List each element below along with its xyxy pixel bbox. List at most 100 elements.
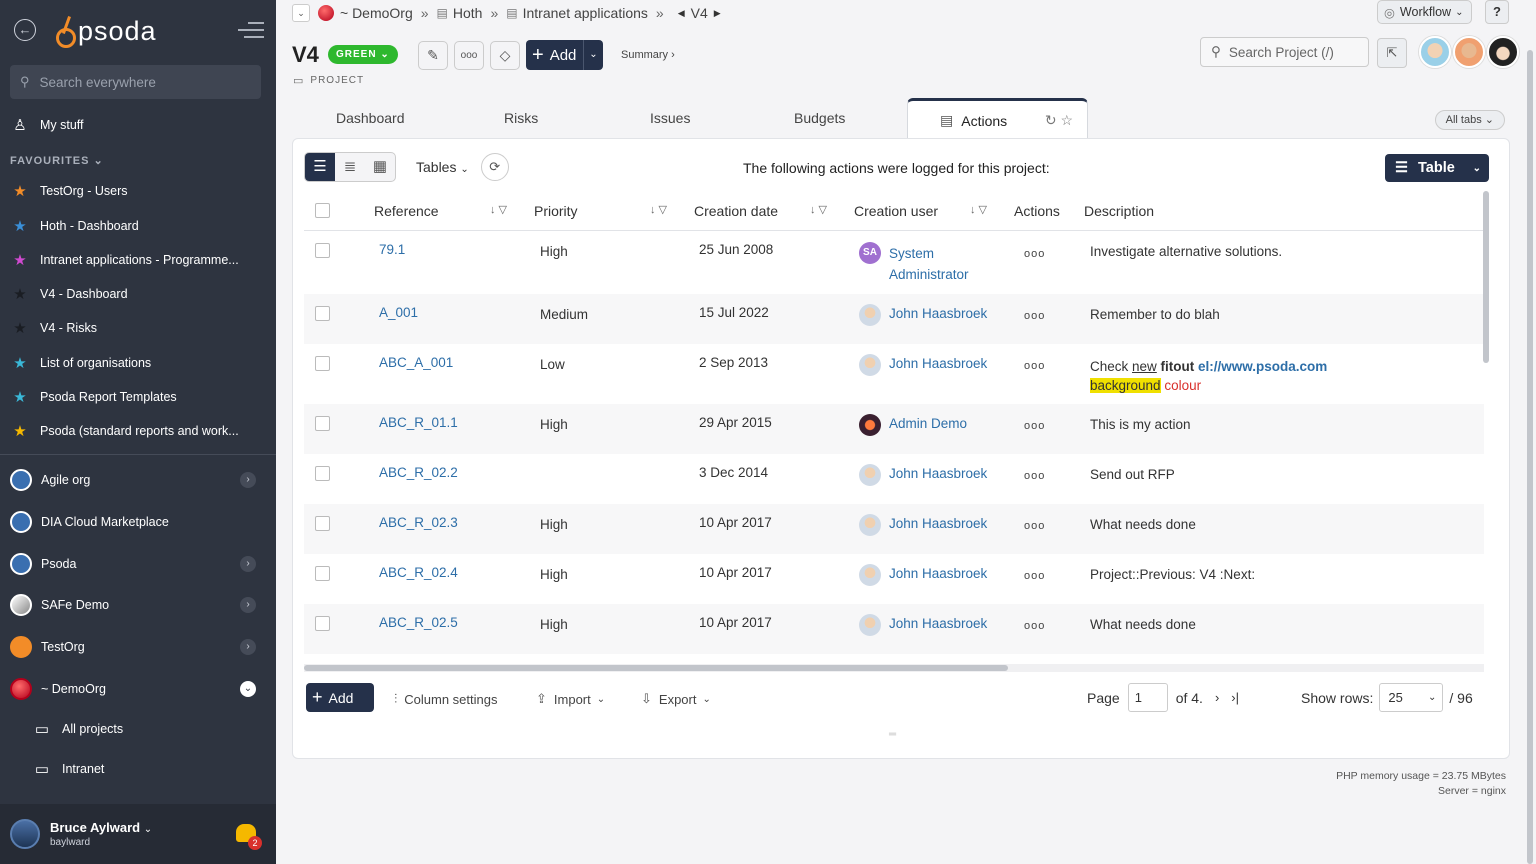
chevron-right-icon[interactable]: › — [240, 639, 256, 655]
table-row[interactable]: 79.1 High 25 Jun 2008 SA System Administr… — [304, 232, 1484, 294]
import-dropdown[interactable]: ⇪ Import ⌄ — [536, 691, 605, 707]
chevron-down-icon[interactable]: ⌄ — [292, 4, 310, 22]
export-dropdown[interactable]: ⇩ Export ⌄ — [641, 691, 711, 707]
row-checkbox[interactable] — [315, 243, 330, 258]
org-item-agile-org[interactable]: Agile org › — [10, 469, 266, 491]
density-compact-icon[interactable]: ≣ — [335, 153, 365, 181]
column-header[interactable]: Reference — [374, 203, 439, 219]
column-header[interactable]: Creation user — [854, 203, 938, 219]
row-checkbox[interactable] — [315, 616, 330, 631]
row-actions-menu[interactable]: ooo — [1024, 470, 1045, 482]
tab-actions[interactable]: ▤ Actions ↻ ☆ — [907, 98, 1088, 140]
table-row[interactable]: ABC_R_02.3 High 10 Apr 2017 John Haasbro… — [304, 504, 1484, 554]
sort-filter-icon[interactable]: ↓ ▽ — [810, 203, 827, 216]
rows-per-page-select[interactable]: 25 ⌄ — [1379, 683, 1444, 712]
sidebar-item-intranet[interactable]: ▭ Intranet — [32, 760, 262, 778]
chevron-right-icon[interactable]: › — [240, 556, 256, 572]
row-actions-menu[interactable]: ooo — [1024, 248, 1045, 260]
add-button[interactable]: + Add ⌄ — [526, 40, 603, 70]
favourite-item[interactable]: ★ V4 - Risks — [10, 319, 266, 337]
chevron-right-icon[interactable]: › — [240, 472, 256, 488]
back-icon[interactable]: ← — [14, 19, 36, 41]
row-checkbox[interactable] — [315, 566, 330, 581]
next-arrow-icon[interactable]: ▶ — [714, 8, 721, 19]
org-item-testorg[interactable]: TestOrg › — [10, 636, 266, 658]
refresh-and-star-icon[interactable]: ↻ ☆ — [1045, 112, 1073, 129]
creation-user-link[interactable]: John Haasbroek — [859, 354, 987, 376]
user-menu[interactable]: Bruce Aylward ⌄ baylward 2 — [0, 804, 276, 864]
description-link[interactable]: el://www.psoda.com — [1198, 359, 1327, 374]
reference-link[interactable]: ABC_R_01.1 — [379, 415, 458, 430]
chevron-right-icon[interactable]: › — [240, 597, 256, 613]
table-row[interactable]: A_001 Medium 15 Jul 2022 John Haasbroek … — [304, 294, 1484, 344]
reference-link[interactable]: 79.1 — [379, 242, 405, 257]
row-checkbox[interactable] — [315, 416, 330, 431]
favourites-heading[interactable]: FAVOURITES ⌄ — [10, 154, 104, 167]
sidebar-item-all-projects[interactable]: ▭ All projects — [32, 720, 262, 738]
column-header[interactable]: Priority — [534, 203, 578, 219]
creation-user-link[interactable]: SA System Administrator — [859, 242, 969, 285]
column-header[interactable]: Creation date — [694, 203, 778, 219]
row-actions-menu[interactable]: ooo — [1024, 620, 1045, 632]
row-checkbox[interactable] — [315, 306, 330, 321]
refresh-icon[interactable]: ⟳ — [480, 153, 509, 181]
table-row[interactable]: ABC_R_02.4 High 10 Apr 2017 John Haasbro… — [304, 554, 1484, 604]
breadcrumb-item[interactable]: Hoth — [453, 5, 483, 21]
row-actions-menu[interactable]: ooo — [1024, 310, 1045, 322]
row-checkbox[interactable] — [315, 516, 330, 531]
table-row[interactable]: ABC_A_001 Low 2 Sep 2013 John Haasbroek … — [304, 344, 1484, 404]
density-comfortable-icon[interactable]: ☰ — [305, 153, 335, 181]
reference-link[interactable]: ABC_R_02.2 — [379, 465, 458, 480]
chevron-down-icon[interactable]: ⌄ — [583, 40, 603, 70]
creation-user-link[interactable]: John Haasbroek — [859, 614, 987, 636]
workflow-dropdown[interactable]: ◎ Workflow ⌄ — [1377, 0, 1472, 24]
menu-toggle-icon[interactable] — [238, 22, 264, 40]
select-all-checkbox[interactable] — [315, 203, 330, 218]
breadcrumb-item[interactable]: ~ DemoOrg — [340, 5, 413, 21]
creation-user-link[interactable]: John Haasbroek — [859, 464, 987, 486]
more-options-button[interactable]: ooo — [454, 41, 484, 70]
tab-budgets[interactable]: Budgets — [794, 110, 845, 126]
column-header[interactable]: Description — [1084, 203, 1154, 219]
tables-dropdown[interactable]: Tables ⌄ — [416, 159, 469, 175]
favourite-item[interactable]: ★ Psoda Report Templates — [10, 388, 266, 406]
chevron-down-icon[interactable]: ⌄ — [240, 681, 256, 697]
last-page-icon[interactable]: ›| — [1231, 690, 1239, 705]
org-item-demoorg[interactable]: ~ DemoOrg ⌄ — [10, 678, 266, 700]
help-button[interactable]: ? — [1485, 0, 1509, 24]
global-search-input[interactable]: ⚲ Search everywhere — [10, 65, 261, 99]
tab-dashboard[interactable]: Dashboard — [336, 110, 405, 126]
project-search-input[interactable]: ⚲ Search Project (/) — [1200, 37, 1369, 67]
sort-filter-icon[interactable]: ↓ ▽ — [970, 203, 987, 216]
team-member-avatar[interactable] — [1453, 36, 1485, 68]
footer-add-button[interactable]: + Add — [306, 683, 374, 712]
sidebar-item-my-stuff[interactable]: ♙ My stuff — [10, 116, 266, 134]
creation-user-link[interactable]: John Haasbroek — [859, 514, 987, 536]
status-badge[interactable]: GREEN ⌄ — [328, 45, 398, 64]
page-scrollbar[interactable] — [1527, 50, 1533, 864]
favourite-item[interactable]: ★ TestOrg - Users — [10, 182, 266, 200]
psoda-logo[interactable]: psoda — [54, 14, 157, 48]
column-settings-button[interactable]: ⫶ Column settings — [394, 691, 497, 707]
reference-link[interactable]: ABC_A_001 — [379, 355, 453, 370]
favourite-item[interactable]: ★ V4 - Dashboard — [10, 285, 266, 303]
creation-user-link[interactable]: John Haasbroek — [859, 304, 987, 326]
edit-button[interactable]: ✎ — [418, 41, 448, 70]
density-dense-icon[interactable]: ▦ — [365, 153, 395, 181]
favourite-item[interactable]: ★ Hoth - Dashboard — [10, 217, 266, 235]
resize-handle-icon[interactable]: ═ — [889, 729, 896, 740]
row-checkbox[interactable] — [315, 356, 330, 371]
table-row[interactable]: ABC_R_02.2 3 Dec 2014 John Haasbroek ooo… — [304, 454, 1484, 504]
breadcrumb-item[interactable]: Intranet applications — [523, 5, 648, 21]
favourite-item[interactable]: ★ Psoda (standard reports and work... — [10, 422, 266, 440]
sort-filter-icon[interactable]: ↓ ▽ — [490, 203, 507, 216]
previous-arrow-icon[interactable]: ◀ — [678, 8, 685, 19]
tab-risks[interactable]: Risks — [504, 110, 538, 126]
breadcrumb-item[interactable]: V4 — [691, 5, 708, 21]
table-row[interactable]: ABC_R_02.5 High 10 Apr 2017 John Haasbro… — [304, 604, 1484, 654]
org-item-safe-demo[interactable]: SAFe Demo › — [10, 594, 266, 616]
all-tabs-button[interactable]: All tabs ⌄ — [1434, 110, 1505, 130]
reference-link[interactable]: ABC_R_02.4 — [379, 565, 458, 580]
team-member-avatar[interactable] — [1419, 36, 1451, 68]
team-member-avatar[interactable] — [1487, 36, 1519, 68]
